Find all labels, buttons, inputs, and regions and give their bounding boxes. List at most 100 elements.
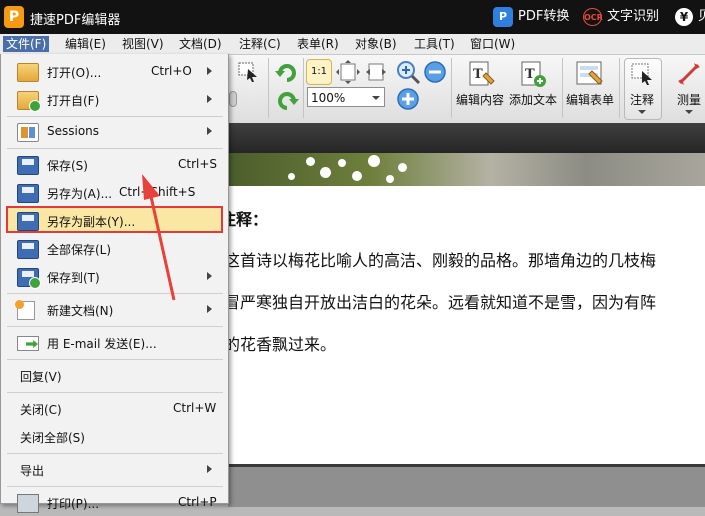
measure-dropdown-icon [685,110,693,114]
menu-bar: 文件(F) 编辑(E) 视图(V) 文档(D) 注释(C) 表单(R) 对象(B… [0,34,705,55]
menu-item-label: 另存为(A)... [47,187,113,201]
rotate-counterclockwise-icon[interactable] [274,87,300,113]
toolbar-separator [619,58,620,118]
menu-item-revert[interactable]: 回复(V) [1,363,228,389]
menu-item-sessions[interactable]: Sessions [1,119,228,145]
save-icon [17,156,39,175]
actual-size-button[interactable]: 1:1 [306,59,332,85]
purchase-button[interactable]: ¥ 贝 [675,6,705,28]
document-bottom-area [228,464,705,507]
menu-file[interactable]: 文件(F) [3,36,50,52]
menu-item-label: 打开自(F) [47,94,100,108]
zoom-tool-icon[interactable] [395,59,421,85]
fit-page-icon[interactable] [335,59,361,85]
toolbar-separator [451,58,452,118]
purchase-label: 贝 [698,9,705,24]
blossom [320,167,331,178]
ocr-icon: OCR [583,8,603,26]
file-menu: 打开(O)... Ctrl+O 打开自(F) Sessions 保存(S) Ct… [0,54,229,513]
menu-separator [7,293,223,294]
menu-item-label: Sessions [47,124,100,138]
measure-icon[interactable] [676,61,702,87]
zoom-out-icon[interactable] [422,59,448,85]
menu-item-label: 用 E-mail 发送(E)... [47,337,157,351]
document-photo-banner [228,153,705,186]
menu-item-save-all[interactable]: 全部保存(L) [1,236,228,262]
annotate-icon [630,61,656,87]
menu-form[interactable]: 表单(R) [294,36,342,52]
menu-item-shortcut: Ctrl+S [178,157,218,171]
fit-width-icon[interactable] [363,59,389,85]
menu-item-label: 另存为副本(Y)... [47,215,136,229]
menu-view[interactable]: 视图(V) [119,36,167,52]
new-document-icon [15,300,35,320]
menu-item-open-from[interactable]: 打开自(F) [1,87,228,113]
menu-item-email[interactable]: 用 E-mail 发送(E)... [1,330,228,356]
submenu-arrow-icon [207,127,212,135]
edit-content-icon[interactable]: T [466,59,496,89]
edit-form-icon[interactable] [574,59,604,89]
menu-item-label: 新建文档(N) [47,304,114,318]
menu-item-save-copy[interactable]: 另存为副本(Y)... [1,208,228,234]
ocr-button[interactable]: OCR 文字识别 [583,6,659,28]
menu-item-print[interactable]: 打印(P)... Ctrl+P [1,490,228,516]
menu-comment[interactable]: 注释(C) [236,36,284,52]
svg-text:T: T [525,67,535,82]
document-page: 注释： 这首诗以梅花比喻人的高洁、刚毅的品格。那墙角边的几枝梅 冒严寒独自开放出… [220,186,705,464]
add-text-label[interactable]: 添加文本 [509,91,557,108]
menu-item-label: 打开(O)... [47,66,102,80]
menu-item-open[interactable]: 打开(O)... Ctrl+O [1,59,228,85]
submenu-arrow-icon [207,305,212,313]
select-tool-icon[interactable] [236,59,260,83]
menu-item-shortcut: Ctrl+W [173,401,217,415]
zoom-dropdown-icon[interactable] [372,96,380,100]
zoom-in-icon[interactable] [395,86,421,112]
menu-object[interactable]: 对象(B) [352,36,400,52]
add-text-icon[interactable]: T [518,59,548,89]
menu-item-new-document[interactable]: 新建文档(N) [1,297,228,323]
app-logo-icon: P [4,6,24,28]
submenu-arrow-icon [207,95,212,103]
menu-item-close[interactable]: 关闭(C) Ctrl+W [1,396,228,422]
doc-line-3: 的花香飘过来。 [224,335,337,354]
menu-separator [7,392,223,393]
menu-document[interactable]: 文档(D) [176,36,225,52]
menu-item-save-to[interactable]: 保存到(T) [1,264,228,290]
folder-open-icon [17,63,39,82]
pdf-convert-button[interactable]: P PDF转换 [493,6,569,28]
rotate-clockwise-icon[interactable] [274,59,300,85]
menu-edit[interactable]: 编辑(E) [62,36,109,52]
yen-icon: ¥ [675,8,693,26]
menu-separator [7,453,223,454]
toolbar-separator [303,58,304,118]
menu-item-save-as[interactable]: 另存为(A)... Ctrl+Shift+S [1,180,228,206]
measure-label[interactable]: 测量 [677,91,701,108]
menu-item-label: 保存到(T) [47,271,100,285]
menu-item-shortcut: Ctrl+O [151,64,192,78]
menu-item-label: 关闭(C) [20,403,62,417]
sessions-icon [17,123,39,142]
menu-separator [7,326,223,327]
menu-item-export[interactable]: 导出 [1,457,228,483]
title-bar: P 捷速PDF编辑器 P PDF转换 OCR 文字识别 ¥ 贝 [0,0,705,34]
save-to-icon [17,268,41,289]
blossom [398,163,407,172]
menu-tools[interactable]: 工具(T) [411,36,458,52]
menu-item-save[interactable]: 保存(S) Ctrl+S [1,152,228,178]
edit-content-label[interactable]: 编辑内容 [456,91,504,108]
pdf-convert-label: PDF转换 [518,9,570,24]
email-icon [17,336,39,351]
toolbar-separator [562,58,563,118]
red-annotation-arrow [142,174,176,301]
menu-separator [7,116,223,117]
menu-separator [7,486,223,487]
menu-window[interactable]: 窗口(W) [467,36,518,52]
zoom-select[interactable]: 100% [307,87,385,107]
toolbar-hidden-control[interactable] [229,91,237,107]
edit-form-label[interactable]: 编辑表单 [566,91,614,108]
pdf-convert-icon: P [493,7,513,27]
menu-item-label: 回复(V) [20,370,62,384]
svg-text:T: T [473,67,483,82]
menu-item-close-all[interactable]: 关闭全部(S) [1,424,228,450]
menu-item-shortcut: Ctrl+P [178,495,217,509]
